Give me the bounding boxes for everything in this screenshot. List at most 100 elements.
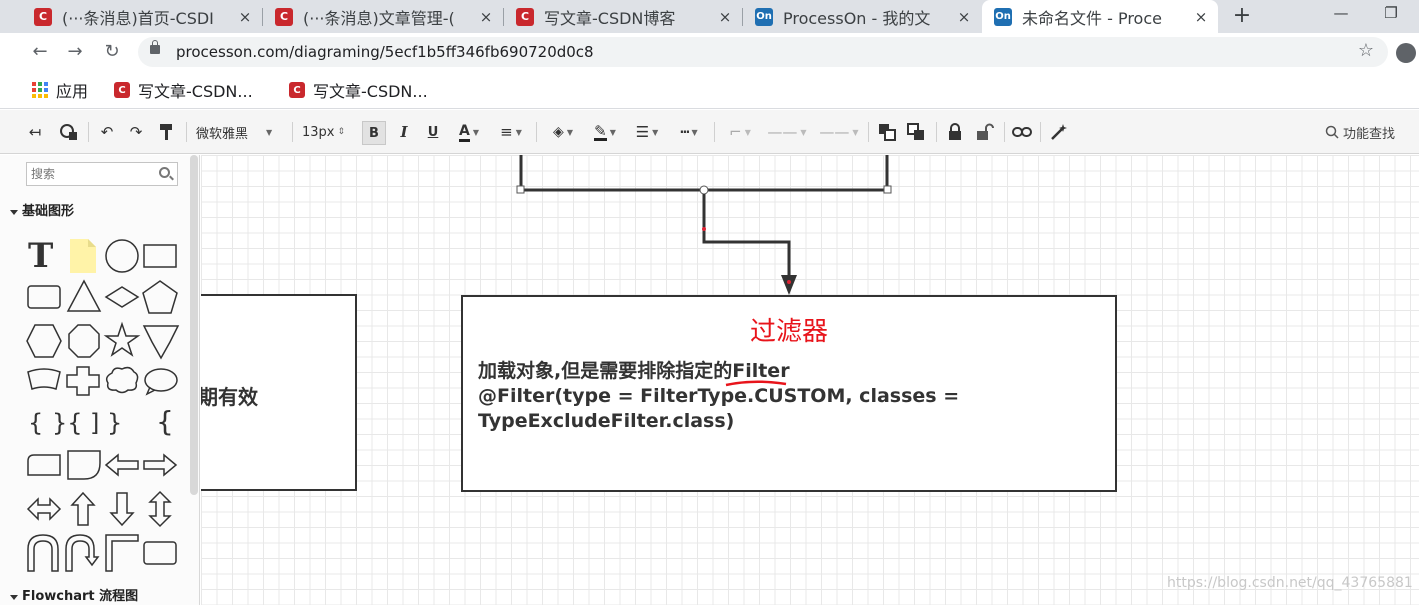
new-tab-button[interactable]: + <box>1228 0 1256 33</box>
left-process-node[interactable]: 期有效 <box>201 294 357 491</box>
triangle-shape-icon[interactable] <box>66 279 102 312</box>
star-icon[interactable]: ☆ <box>1358 40 1374 61</box>
diagram-canvas[interactable]: 期有效 过滤器 加载对象,但是需要排除指定的Filter @Filter(typ… <box>201 155 1419 605</box>
d-shape-icon[interactable] <box>67 450 101 480</box>
basic-shapes-header[interactable]: 基础图形 <box>0 200 190 224</box>
profile-icon[interactable] <box>1396 43 1416 63</box>
bold-button[interactable]: B <box>362 121 386 145</box>
browser-tab-1[interactable]: C (···条消息)首页-CSDI × <box>22 0 262 33</box>
browser-tab-3[interactable]: C 写文章-CSDN博客 × <box>504 0 742 33</box>
bookmark-csdn-2[interactable]: C 写文章-CSDN... <box>289 79 428 101</box>
inverted-triangle-shape-icon[interactable] <box>142 325 180 360</box>
redo-icon[interactable]: ↷ <box>126 121 146 143</box>
wave-shape-icon[interactable] <box>27 368 61 390</box>
svg-text:}{: }{ <box>52 409 83 437</box>
u-turn-shape-icon[interactable] <box>27 534 59 572</box>
circle-shape-icon[interactable] <box>105 239 139 273</box>
italic-button[interactable]: I <box>394 121 414 143</box>
flowchart-section-header[interactable]: Flowchart 流程图 <box>0 585 190 605</box>
line-style-button[interactable]: ┅ ▼ <box>671 121 707 143</box>
rounded-tab-shape-icon[interactable] <box>27 454 61 476</box>
connection-point[interactable] <box>699 185 709 195</box>
cross-shape-icon[interactable] <box>66 366 100 396</box>
sidebar-scrollbar[interactable] <box>190 155 198 495</box>
diamond-shape-icon[interactable] <box>104 286 140 308</box>
u-turn-arrow-shape-icon[interactable] <box>65 534 100 572</box>
note-shape-icon[interactable] <box>70 239 96 273</box>
callout-shape-icon[interactable] <box>144 368 178 396</box>
omnibox[interactable]: processon.com/diagraming/5ecf1b5ff346fb6… <box>138 37 1388 67</box>
brace-left-shape-icon[interactable]: { <box>28 409 43 437</box>
processon-icon: On <box>755 7 773 26</box>
undo-icon[interactable]: ↶ <box>97 121 117 143</box>
hexagon-shape-icon[interactable] <box>26 324 62 358</box>
back-arrow-icon[interactable]: ↤ <box>24 121 46 143</box>
fill-color-button[interactable]: ◈ ▼ <box>545 121 581 143</box>
browser-tab-4[interactable]: On ProcessOn - 我的文 × <box>743 0 981 33</box>
line-color-button[interactable]: ✎ ▼ <box>587 121 623 143</box>
browser-tab-2[interactable]: C (···条消息)文章管理-( × <box>263 0 503 33</box>
csdn-icon: C <box>114 82 130 98</box>
font-color-button[interactable]: A ▼ <box>452 121 486 143</box>
bring-to-front-button[interactable] <box>876 121 898 143</box>
connector-control-point[interactable] <box>787 280 791 284</box>
close-icon[interactable]: × <box>234 8 256 26</box>
shape-search-input[interactable] <box>26 162 178 186</box>
style-icon[interactable] <box>58 121 80 143</box>
connector-control-point[interactable] <box>702 227 706 231</box>
close-icon[interactable]: × <box>1190 8 1212 26</box>
filter-process-node[interactable]: 过滤器 加载对象,但是需要排除指定的Filter @Filter(type = … <box>461 295 1117 492</box>
text-shape-icon[interactable]: T <box>28 236 53 276</box>
cloud-shape-icon[interactable] <box>105 366 139 394</box>
bookmark-csdn-1[interactable]: C 写文章-CSDN... <box>114 79 253 101</box>
rectangle-shape-icon[interactable] <box>143 244 177 268</box>
underline-button[interactable]: U <box>423 121 443 143</box>
resize-handle[interactable] <box>516 185 525 194</box>
brace-large-shape-icon[interactable]: { <box>156 405 174 438</box>
corner-shape-icon[interactable] <box>105 534 139 572</box>
search-icon[interactable] <box>159 167 170 178</box>
restore-icon[interactable]: ❐ <box>1368 0 1414 30</box>
lock-button[interactable] <box>945 121 965 143</box>
pentagon-shape-icon[interactable] <box>142 280 178 314</box>
arrow-right-shape-icon[interactable] <box>143 453 178 477</box>
brace-pair-shape-icon[interactable]: }{ <box>52 409 83 437</box>
brace-right-shape-icon[interactable]: ] } <box>90 409 122 437</box>
magic-wand-button[interactable] <box>1048 121 1070 143</box>
text-align-button[interactable]: ≡ ▼ <box>494 121 528 143</box>
close-icon[interactable]: × <box>953 8 975 26</box>
back-icon[interactable]: ← <box>27 39 53 65</box>
arrow-double-shape-icon[interactable] <box>26 497 62 521</box>
font-size-select[interactable]: 13px ⇕ <box>302 121 352 143</box>
csdn-icon: C <box>34 7 52 26</box>
arrow-down-shape-icon[interactable] <box>109 492 135 527</box>
shape-style-icon <box>60 124 77 140</box>
format-painter-icon[interactable] <box>156 121 176 143</box>
minimize-icon[interactable]: — <box>1318 0 1364 30</box>
unlock-button[interactable] <box>974 121 996 143</box>
arrow-up-shape-icon[interactable] <box>70 491 96 526</box>
browser-tab-5[interactable]: On 未命名文件 - Proce × <box>982 0 1218 33</box>
arrow-vertical-double-shape-icon[interactable] <box>148 490 172 528</box>
close-icon[interactable]: × <box>475 8 497 26</box>
connector-type-button[interactable]: ⌐ ▼ <box>722 121 758 143</box>
connector-line[interactable] <box>702 194 791 279</box>
function-search-button[interactable]: 功能查找 <box>1320 121 1400 143</box>
link-button[interactable] <box>1011 121 1033 143</box>
star-shape-icon[interactable] <box>103 321 141 357</box>
line-start-button[interactable]: —— ▼ <box>764 121 810 143</box>
font-family-select[interactable]: 微软雅黑 ▼ <box>196 121 282 143</box>
send-to-back-button[interactable] <box>905 121 927 143</box>
rounded-rect-small-shape-icon[interactable] <box>143 541 177 565</box>
close-icon[interactable]: × <box>714 8 736 26</box>
arrow-left-shape-icon[interactable] <box>104 453 139 477</box>
selected-shape-outline[interactable] <box>519 155 889 192</box>
line-width-button[interactable]: ☰ ▼ <box>630 121 664 143</box>
forward-icon[interactable]: → <box>62 39 88 65</box>
bookmark-apps[interactable]: 应用 <box>32 79 88 101</box>
octagon-shape-icon[interactable] <box>68 324 100 358</box>
reload-icon[interactable]: ↻ <box>99 39 125 65</box>
resize-handle[interactable] <box>883 185 892 194</box>
rounded-rectangle-shape-icon[interactable] <box>27 285 61 309</box>
line-end-button[interactable]: —— ▼ <box>816 121 862 143</box>
